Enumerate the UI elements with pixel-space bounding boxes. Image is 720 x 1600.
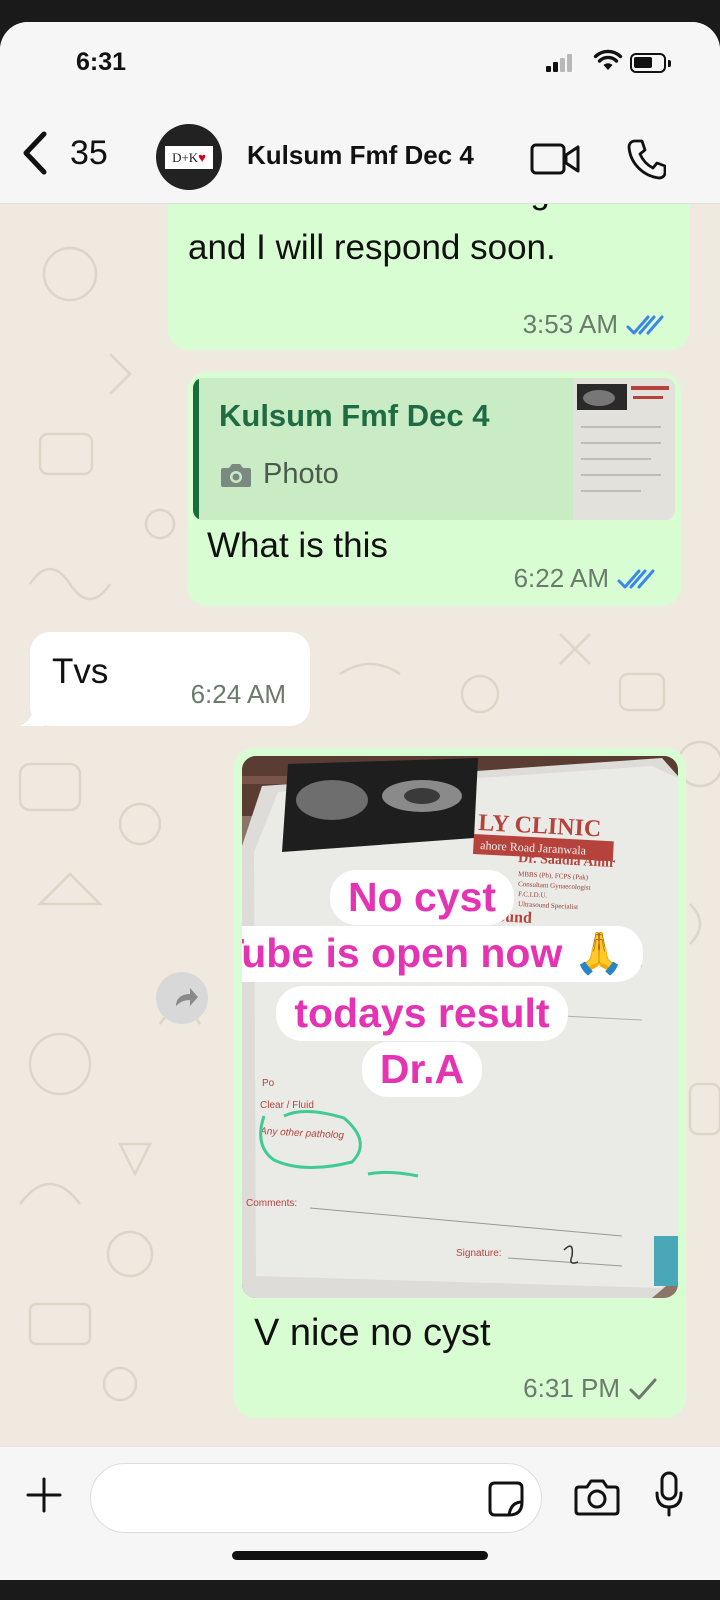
photo-sticker-text: No cyst [329, 870, 515, 925]
message-text: Please leave a message and I will respon… [188, 204, 569, 267]
heart-icon: ♥ [198, 150, 206, 165]
form-field: Po [262, 1078, 275, 1089]
quoted-message[interactable]: Kulsum Fmf Dec 4 Photo [193, 378, 675, 520]
microphone-icon[interactable] [654, 1471, 684, 1517]
photo-sticker-text: todays result [276, 986, 568, 1041]
form-field: Comments: [246, 1198, 297, 1209]
wifi-icon [593, 49, 623, 70]
forward-button[interactable] [156, 972, 208, 1024]
status-clock: 6:31 [76, 48, 127, 76]
quoted-type-label: Photo [263, 458, 339, 490]
camera-icon [221, 463, 251, 487]
avatar-text: D+K [172, 150, 199, 165]
phone-call-icon[interactable] [626, 138, 666, 180]
forward-arrow-icon [176, 988, 198, 1006]
message-bubble-incoming[interactable]: Tvs 6:24 AM [30, 632, 310, 726]
double-check-read-icon [626, 315, 664, 334]
back-unread-count[interactable]: 35 [70, 134, 108, 173]
video-call-icon[interactable] [530, 142, 582, 176]
chat-header: 35 D+K♥ Kulsum Fmf Dec 4 [0, 98, 720, 204]
battery-icon [630, 53, 671, 73]
message-time: 3:53 AM [522, 309, 618, 339]
double-check-read-icon [617, 569, 655, 588]
status-bar: 6:31 [0, 22, 720, 98]
photo-attachment[interactable]: LY CLINIC ahore Road Jaranwala Dr. Saadi… [242, 756, 678, 1298]
quoted-photo-thumbnail [573, 378, 675, 520]
message-input-bar [0, 1446, 720, 1580]
plus-attach-icon[interactable] [24, 1475, 64, 1515]
message-bubble-outgoing[interactable]: Please leave a message and I will respon… [168, 204, 690, 350]
contact-avatar[interactable]: D+K♥ [156, 124, 222, 190]
back-chevron-icon[interactable] [16, 128, 52, 178]
message-bubble-outgoing[interactable]: Kulsum Fmf Dec 4 Photo What is this 6:22… [187, 372, 681, 606]
message-text: What is this [207, 526, 388, 565]
single-check-sent-icon [629, 1378, 657, 1399]
message-meta: 6:22 AM [514, 563, 657, 594]
home-indicator[interactable] [232, 1551, 488, 1560]
message-input[interactable] [90, 1463, 542, 1533]
photo-sticker-text: Dr.A [361, 1042, 483, 1097]
phone-screen: 6:31 35 D+K♥ Kulsum Fmf Dec 4 and I will… [0, 22, 720, 1580]
camera-icon[interactable] [574, 1477, 620, 1517]
message-bubble-outgoing[interactable]: LY CLINIC ahore Road Jaranwala Dr. Saadi… [234, 748, 686, 1418]
doctor-credential: F.C.I.D.U. [518, 890, 548, 900]
sticker-icon[interactable] [487, 1480, 525, 1518]
message-meta: 6:31 PM [523, 1373, 658, 1404]
chat-area[interactable]: Please leave a message and I will respon… [0, 204, 720, 1446]
quoted-type: Photo [219, 458, 339, 491]
message-meta: 3:53 AM [523, 309, 666, 340]
message-meta: 6:24 AM [191, 679, 286, 710]
message-time: 6:22 AM [513, 563, 609, 593]
message-time: 6:31 PM [523, 1373, 620, 1403]
cellular-signal-icon [546, 54, 572, 72]
form-field: Clear / Fluid [260, 1100, 314, 1111]
quoted-author: Kulsum Fmf Dec 4 [219, 398, 490, 433]
chat-title[interactable]: Kulsum Fmf Dec 4 [247, 140, 509, 171]
photo-sticker-text: Tube is open now 🙏 [242, 926, 643, 982]
quote-bar [193, 378, 199, 520]
message-time: 6:24 AM [190, 679, 286, 709]
form-field: Signature: [456, 1248, 502, 1259]
photo-caption: V nice no cyst [254, 1312, 491, 1354]
message-text: Tvs [52, 652, 109, 691]
